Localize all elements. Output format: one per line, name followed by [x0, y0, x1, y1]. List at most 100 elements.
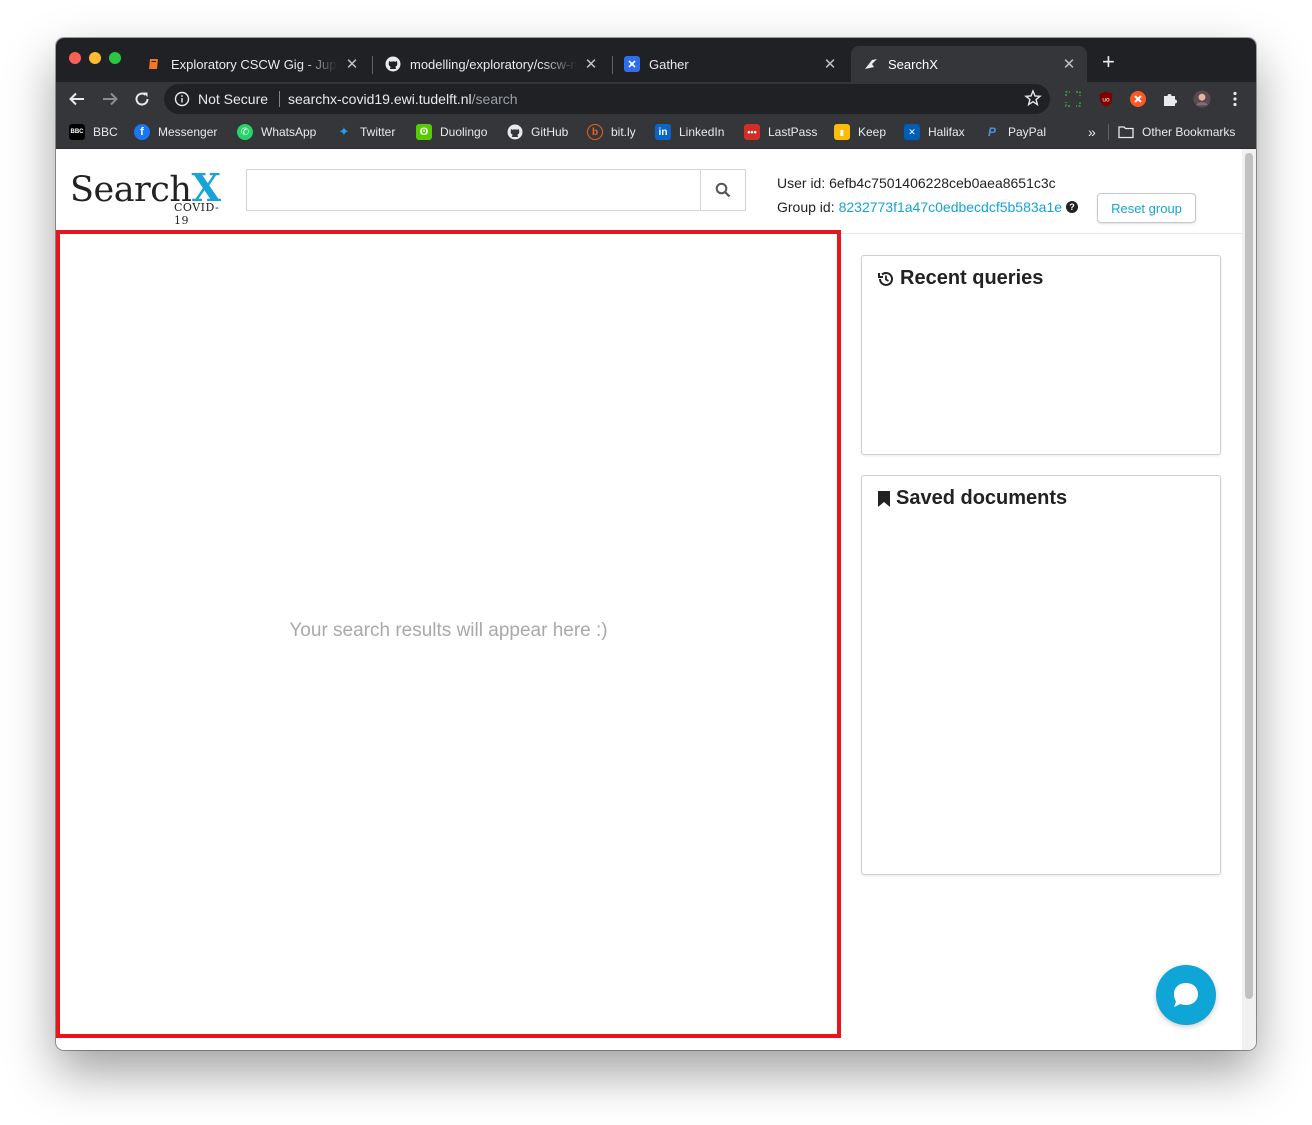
bookmark-label: GitHub	[531, 125, 569, 139]
info-icon[interactable]	[174, 91, 190, 110]
forward-arrow-icon	[103, 92, 118, 106]
panel-heading: Recent queries	[900, 267, 1044, 289]
user-id-line: User id: 6efb4c7501406228ceb0aea8651c3c	[777, 175, 1056, 191]
recent-queries-title: Recent queries	[877, 267, 1043, 290]
tab-gather[interactable]: Gather ✕	[612, 46, 848, 82]
minimize-window-button[interactable]	[89, 52, 101, 64]
search-button[interactable]	[700, 169, 746, 211]
bookmark-label: Duolingo	[440, 125, 488, 139]
address-bar[interactable]: Not Secure searchx-covid19.ewi.tudelft.n…	[164, 84, 1050, 114]
maximize-window-button[interactable]	[109, 52, 121, 64]
recent-queries-panel: Recent queries	[861, 255, 1221, 455]
close-tab-icon[interactable]: ✕	[1061, 55, 1077, 73]
bookmark-label: Other Bookmarks	[1142, 125, 1236, 139]
bookmark-label: WhatsApp	[261, 125, 317, 139]
chrome-menu-icon[interactable]	[1226, 90, 1244, 108]
bookmark-star-icon[interactable]	[1024, 89, 1042, 110]
history-icon	[878, 271, 893, 286]
twitter-icon: ✦	[338, 124, 350, 139]
saved-documents-panel: Saved documents	[861, 475, 1221, 875]
logo-subtitle: COVID-19	[174, 201, 220, 227]
group-id-line: Group id: 8232773f1a47c0edbecdcf5b583a1e…	[777, 199, 1079, 215]
bookmark-twitter[interactable]: ✦ Twitter	[336, 116, 396, 148]
ublock-extension-icon[interactable]: uo	[1097, 90, 1115, 108]
github-icon	[507, 124, 523, 140]
lastpass-icon: •••	[744, 124, 760, 140]
saved-documents-title: Saved documents	[877, 487, 1067, 510]
chat-button[interactable]	[1156, 965, 1216, 1025]
new-tab-button[interactable]: +	[1102, 51, 1115, 73]
extensions-puzzle-icon[interactable]	[1161, 90, 1179, 108]
tab-title: Gather	[649, 56, 689, 72]
url-path: /search	[471, 91, 518, 107]
bookmark-halifax[interactable]: ✕ Halifax	[904, 116, 965, 148]
tab-jupyter[interactable]: Exploratory CSCW Gig - Jupyter ✕	[134, 46, 370, 82]
bookmark-duolingo[interactable]: ʘ Duolingo	[416, 116, 487, 148]
chat-bubble-icon	[1174, 983, 1198, 1007]
search-input[interactable]	[246, 169, 700, 211]
tab-searchx[interactable]: SearchX ✕	[851, 46, 1087, 82]
group-id-value[interactable]: 8232773f1a47c0edbecdcf5b583a1e	[839, 199, 1062, 215]
close-window-button[interactable]	[69, 52, 81, 64]
profile-avatar[interactable]	[1193, 90, 1211, 108]
user-id-label: User id:	[777, 175, 826, 191]
extension-orange-icon[interactable]	[1129, 90, 1147, 108]
halifax-icon: ✕	[904, 124, 920, 140]
reset-group-button[interactable]: Reset group	[1097, 193, 1196, 223]
bitly-icon: b	[587, 124, 603, 140]
tab-title: SearchX	[888, 56, 938, 72]
folder-icon	[1118, 124, 1134, 140]
bookmark-messenger[interactable]: f Messenger	[134, 116, 217, 148]
bbc-icon: BBC	[69, 124, 85, 140]
svg-text:uo: uo	[1102, 97, 1110, 104]
browser-window: Exploratory CSCW Gig - Jupyter ✕ modelli…	[56, 38, 1256, 1050]
panel-heading: Saved documents	[896, 487, 1068, 509]
page-scrollbar[interactable]	[1242, 149, 1256, 1050]
bookmark-label: PayPal	[1008, 125, 1047, 139]
bookmark-keep[interactable]: ▮ Keep	[834, 116, 886, 148]
help-icon[interactable]: ?	[1066, 201, 1079, 213]
user-id-value: 6efb4c7501406228ceb0aea8651c3c	[829, 175, 1056, 191]
bookmark-whatsapp[interactable]: ✆ WhatsApp	[237, 116, 316, 148]
bookmark-label: Keep	[858, 125, 887, 139]
close-tab-icon[interactable]: ✕	[583, 55, 599, 73]
reload-button[interactable]	[131, 88, 153, 110]
back-button[interactable]	[66, 88, 88, 110]
close-tab-icon[interactable]: ✕	[822, 55, 838, 73]
close-tab-icon[interactable]: ✕	[344, 55, 360, 73]
tab-github[interactable]: modelling/exploratory/cscw-m ✕	[373, 46, 609, 82]
reload-icon	[135, 92, 149, 106]
bookmark-icon	[878, 490, 890, 507]
bookmark-github[interactable]: GitHub	[507, 116, 568, 148]
tab-strip: Exploratory CSCW Gig - Jupyter ✕ modelli…	[56, 38, 1256, 82]
keep-icon: ▮	[834, 124, 850, 140]
bookmark-linkedin[interactable]: in LinkedIn	[655, 116, 724, 148]
bookmark-bbc[interactable]: BBC BBC	[69, 116, 118, 148]
search-icon	[715, 182, 731, 198]
bookmark-label: Halifax	[928, 125, 965, 139]
browser-toolbar: Not Secure searchx-covid19.ewi.tudelft.n…	[56, 82, 1256, 116]
duolingo-icon: ʘ	[416, 124, 432, 140]
forward-button[interactable]	[99, 88, 121, 110]
screenshot-extension-icon[interactable]	[1064, 90, 1082, 108]
url-text[interactable]: searchx-covid19.ewi.tudelft.nl/search	[288, 91, 518, 107]
results-placeholder: Your search results will appear here :)	[289, 620, 608, 641]
jupyter-icon	[146, 56, 162, 72]
facebook-icon: f	[134, 124, 150, 140]
security-label[interactable]: Not Secure	[198, 91, 268, 107]
searchx-logo[interactable]: SearchX COVID-19	[70, 165, 230, 227]
other-bookmarks[interactable]: Other Bookmarks	[1118, 116, 1235, 148]
bookmark-label: Twitter	[360, 125, 396, 139]
linkedin-icon: in	[655, 124, 671, 140]
back-arrow-icon	[69, 92, 84, 106]
gather-icon	[624, 56, 640, 72]
bookmark-label: LinkedIn	[679, 125, 725, 139]
bookmarks-overflow-button[interactable]: »	[1088, 116, 1096, 148]
scrollbar-thumb[interactable]	[1245, 153, 1253, 999]
tab-title: modelling/exploratory/cscw-m	[410, 56, 577, 72]
bookmark-lastpass[interactable]: ••• LastPass	[744, 116, 817, 148]
page-content: SearchX COVID-19 User id: 6efb4c75014062…	[56, 149, 1256, 1050]
bookmark-bitly[interactable]: b bit.ly	[587, 116, 636, 148]
app-header: SearchX COVID-19 User id: 6efb4c75014062…	[56, 149, 1242, 234]
bookmark-paypal[interactable]: P PayPal	[984, 116, 1046, 148]
